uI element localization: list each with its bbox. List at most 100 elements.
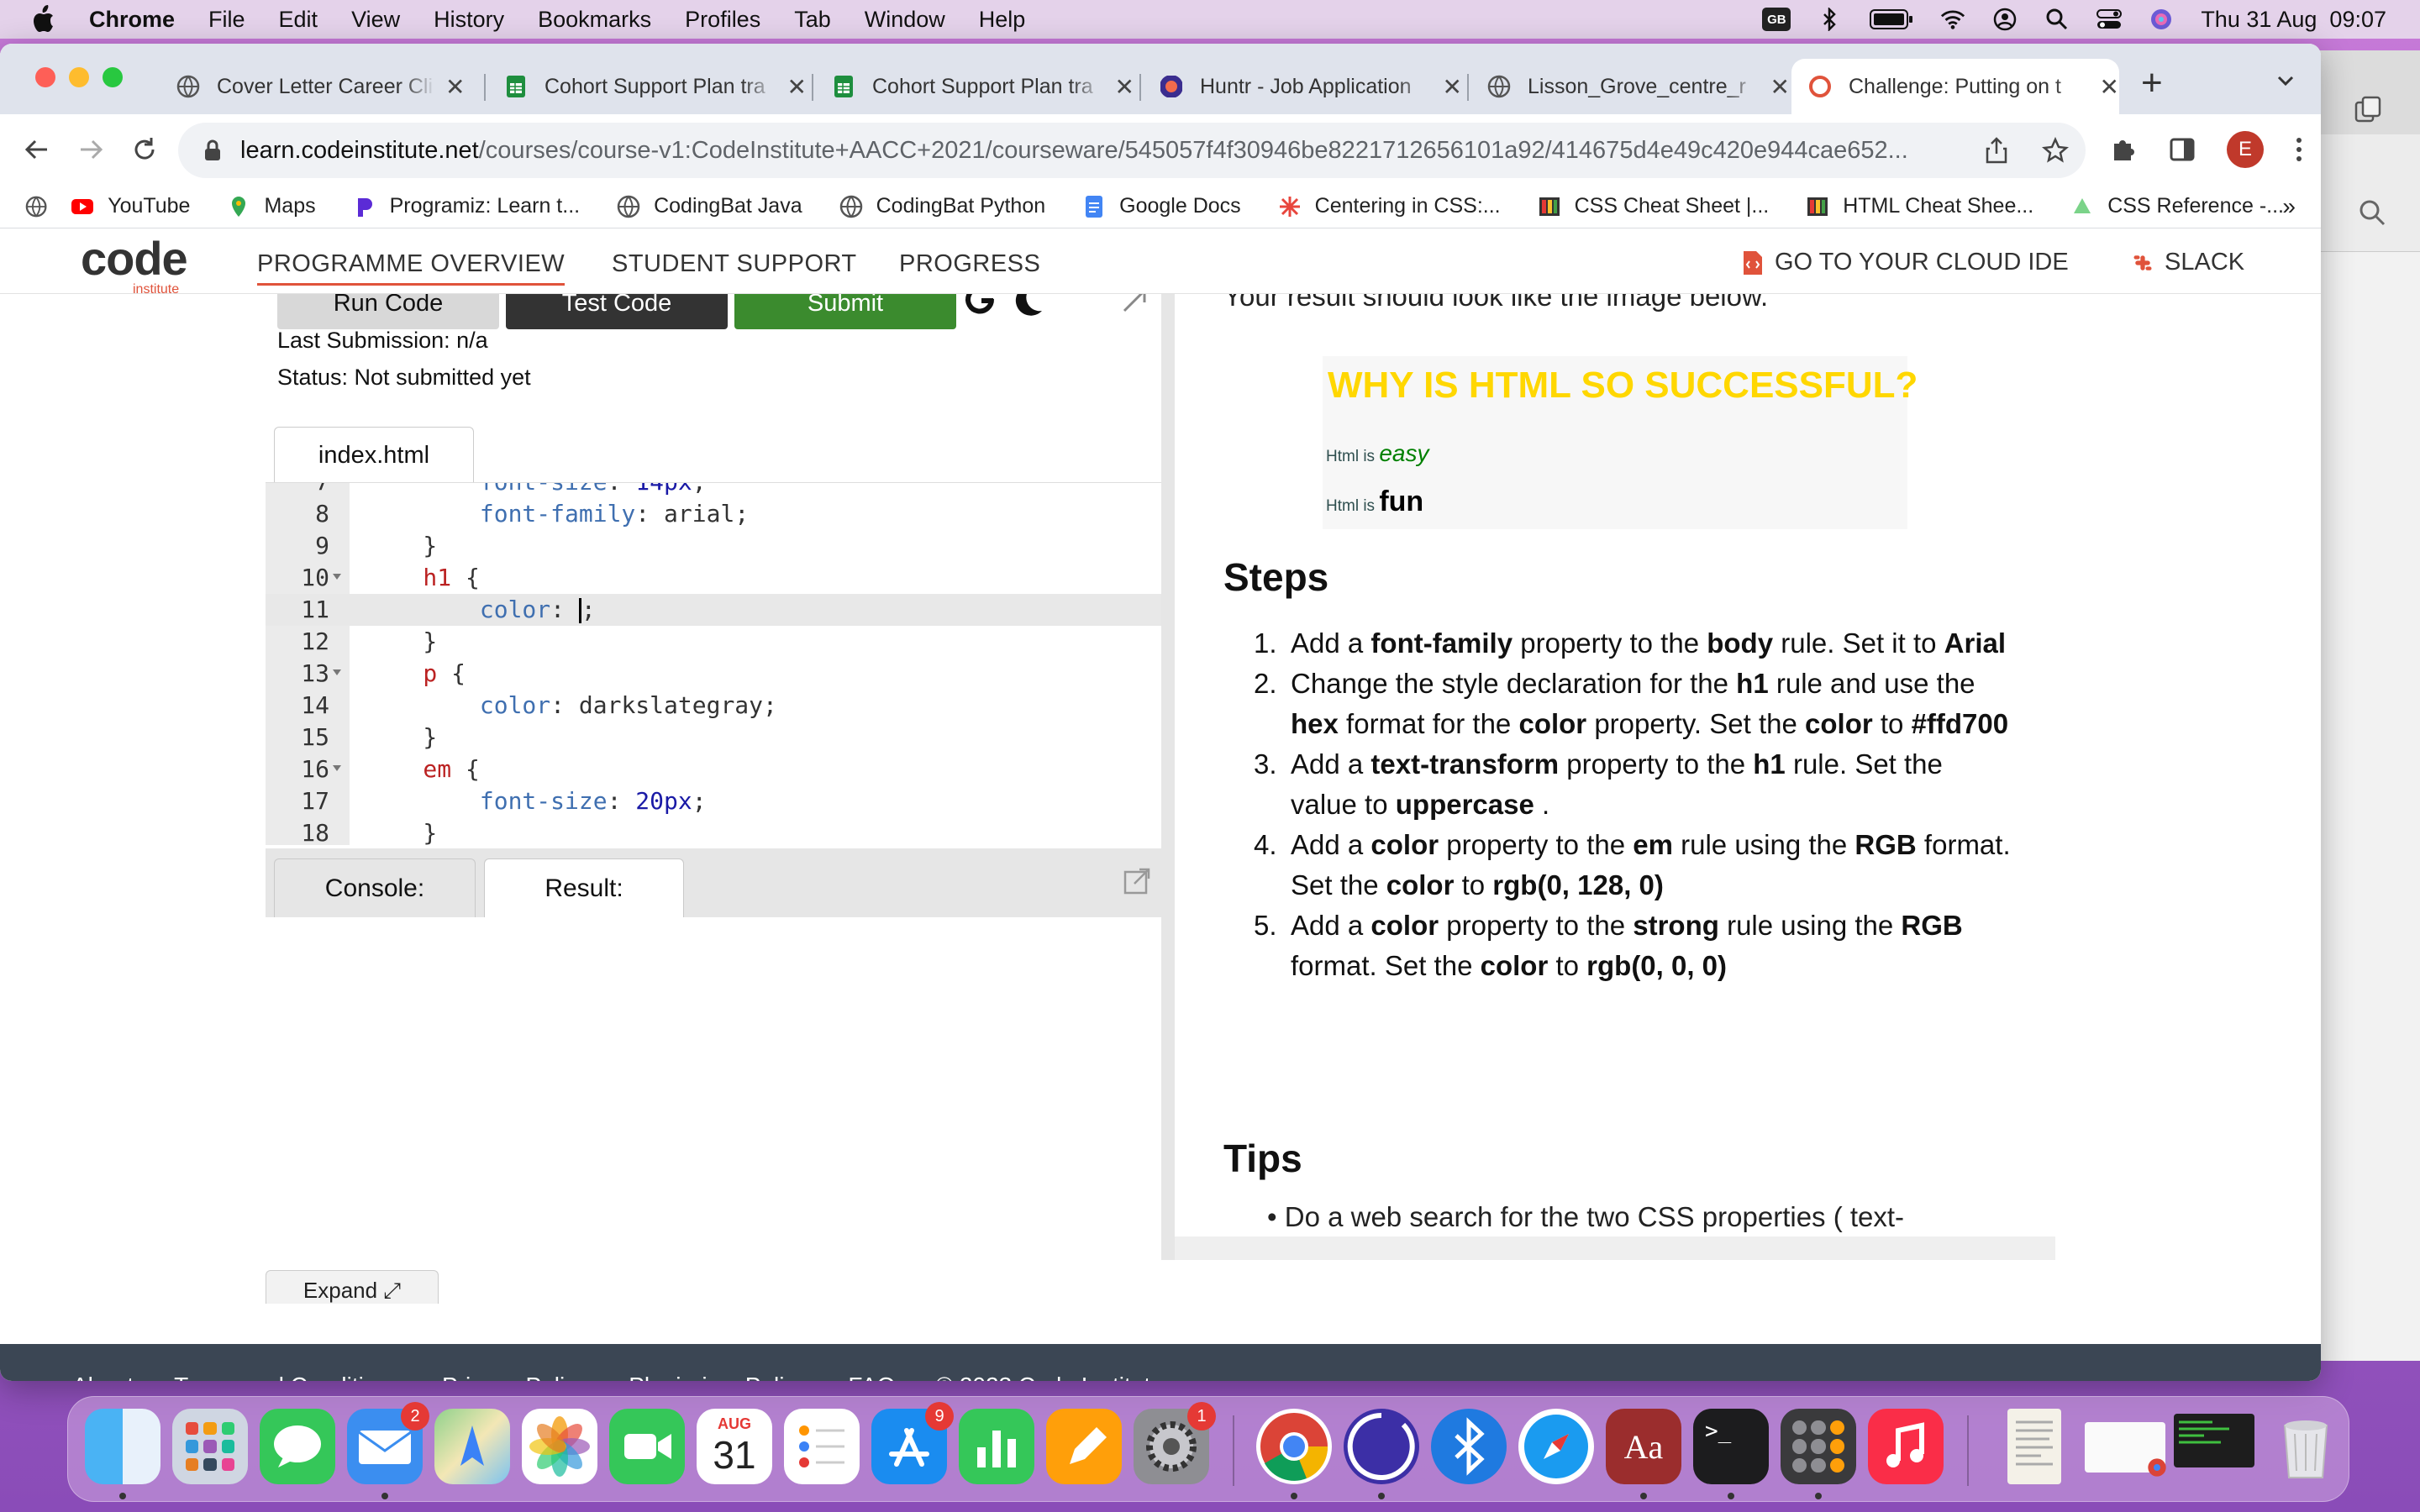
keyboard-layout-badge[interactable]: GB (1762, 8, 1791, 31)
bookmark-codingbat-java[interactable]: CodingBat Java (617, 194, 802, 218)
browser-tab[interactable]: Cohort Support Plan tra ✕ (815, 59, 1134, 114)
code-institute-logo[interactable]: code institute (81, 235, 188, 297)
code-line[interactable]: 16 em { (266, 753, 1161, 785)
bluetooth-app-icon[interactable] (1431, 1409, 1507, 1484)
messages-icon[interactable] (260, 1409, 335, 1484)
new-tab-button[interactable]: + (2141, 62, 2163, 104)
file-tab-index-html[interactable]: index.html (274, 427, 474, 484)
close-tab-icon[interactable]: ✕ (787, 73, 807, 101)
facetime-icon[interactable] (609, 1409, 685, 1484)
menu-history[interactable]: History (434, 7, 504, 33)
apps-globe-icon[interactable] (25, 194, 47, 219)
menu-file[interactable]: File (208, 7, 245, 33)
profile-avatar[interactable]: E (2227, 131, 2264, 168)
maps-icon[interactable] (434, 1409, 510, 1484)
zoom-window-button[interactable] (103, 67, 123, 87)
code-line[interactable]: 13 p { (266, 658, 1161, 690)
code-line[interactable]: 12 } (266, 626, 1161, 658)
forward-arrow-icon[interactable] (74, 133, 108, 166)
copy-icon[interactable] (2353, 94, 2383, 124)
system-settings-icon[interactable]: 1 (1134, 1402, 1216, 1484)
close-tab-icon[interactable]: ✕ (1115, 73, 1134, 101)
apple-icon[interactable] (30, 5, 55, 34)
bookmark-css-cheatsheet[interactable]: CSS Cheat Sheet |... (1538, 194, 1769, 218)
menu-clock[interactable]: Thu 31 Aug 09:07 (2201, 7, 2386, 33)
launchpad-icon[interactable] (172, 1409, 248, 1484)
panel-divider[interactable] (1161, 294, 1175, 1260)
side-panel-icon[interactable] (2168, 135, 2196, 164)
footer-privacy-link[interactable]: Privacy Policy (442, 1373, 588, 1381)
calendar-icon[interactable]: AUG 31 (697, 1409, 772, 1484)
trash-icon[interactable] (2268, 1409, 2344, 1484)
fold-arrow-icon[interactable] (333, 669, 341, 675)
code-line[interactable]: 14 color: darkslategray; (266, 690, 1161, 722)
close-window-button[interactable] (35, 67, 55, 87)
close-tab-icon[interactable]: ✕ (1770, 73, 1790, 101)
nav-progress[interactable]: PROGRESS (899, 250, 1040, 278)
dictionary-icon[interactable]: Aa (1606, 1409, 1681, 1484)
browser-tab[interactable]: Cohort Support Plan tra ✕ (487, 59, 807, 114)
browser-tab[interactable]: Huntr - Job Application ✕ (1143, 59, 1462, 114)
mail-icon[interactable]: 2 (347, 1402, 429, 1484)
cloud-ide-link[interactable]: GO TO YOUR CLOUD IDE (1741, 249, 2069, 276)
back-arrow-icon[interactable] (20, 133, 54, 166)
bookmark-css-reference[interactable]: CSS Reference -... (2070, 194, 2284, 218)
terminal-icon[interactable]: >_ (1693, 1409, 1769, 1484)
address-bar[interactable]: learn.codeinstitute.net/courses/course-v… (178, 123, 2086, 178)
bookmark-google-docs[interactable]: Google Docs (1082, 194, 1241, 218)
menu-view[interactable]: View (351, 7, 400, 33)
nav-student-support[interactable]: STUDENT SUPPORT (612, 250, 857, 278)
console-tab[interactable]: Console: (274, 858, 476, 917)
search-icon[interactable] (2358, 198, 2386, 227)
code-line[interactable]: 10 h1 { (266, 562, 1161, 594)
safari-icon[interactable] (1518, 1409, 1594, 1484)
menu-window[interactable]: Window (865, 7, 945, 33)
footer-terms-link[interactable]: Terms and Conditions (174, 1373, 402, 1381)
terminal-thumbnail-icon[interactable] (2174, 1414, 2254, 1467)
wifi-icon[interactable] (1940, 7, 1965, 32)
code-line[interactable]: 15 } (266, 722, 1161, 753)
fold-arrow-icon[interactable] (333, 574, 341, 580)
pages-icon[interactable] (1046, 1409, 1122, 1484)
code-line-active[interactable]: 11 color: ; (266, 594, 1161, 626)
document-thumbnail-icon[interactable] (2007, 1409, 2061, 1484)
code-line[interactable]: 8 font-family: arial; (266, 498, 1161, 530)
code-line[interactable]: 17 font-size: 20px; (266, 785, 1161, 817)
menu-tab[interactable]: Tab (794, 7, 831, 33)
bookmark-programiz[interactable]: Programiz: Learn t... (353, 194, 580, 218)
chrome-icon[interactable] (1256, 1409, 1332, 1484)
browser-tab[interactable]: Cover Letter Career Cli ✕ (160, 59, 479, 114)
battery-icon[interactable] (1870, 7, 1913, 32)
footer-plagiarism-link[interactable]: Plagiarism Policy (629, 1373, 808, 1381)
expand-button[interactable]: Expand ⤢ (266, 1270, 439, 1304)
close-tab-icon[interactable]: ✕ (1443, 73, 1462, 101)
tab-search-chevron-icon[interactable] (2274, 69, 2297, 92)
app-store-icon[interactable]: 9 (871, 1402, 954, 1484)
calculator-icon[interactable] (1781, 1409, 1856, 1484)
result-tab[interactable]: Result: (484, 858, 684, 917)
browser-tab-active[interactable]: Challenge: Putting on t ✕ (1791, 59, 2119, 114)
music-icon[interactable] (1868, 1409, 1944, 1484)
bookmark-html-cheatsheet[interactable]: HTML Cheat Shee... (1806, 194, 2033, 218)
more-menu-icon[interactable] (2294, 135, 2304, 164)
bookmark-centering-css[interactable]: Centering in CSS:... (1278, 194, 1501, 218)
menu-help[interactable]: Help (979, 7, 1026, 33)
bookmark-star-icon[interactable] (2042, 137, 2069, 164)
minimize-window-button[interactable] (69, 67, 89, 87)
slack-link[interactable]: SLACK (2131, 249, 2244, 276)
screen-time-icon[interactable] (1344, 1409, 1419, 1484)
fold-arrow-icon[interactable] (333, 765, 341, 771)
menu-bookmarks[interactable]: Bookmarks (538, 7, 651, 33)
code-line[interactable]: 9 } (266, 530, 1161, 562)
code-line[interactable]: 18 } (266, 817, 1161, 845)
numbers-icon[interactable] (959, 1409, 1034, 1484)
close-tab-icon[interactable]: ✕ (445, 73, 465, 101)
control-center-icon[interactable] (2096, 7, 2123, 32)
extensions-puzzle-icon[interactable] (2109, 135, 2138, 164)
close-tab-icon[interactable]: ✕ (2100, 73, 2119, 101)
lock-icon[interactable] (203, 139, 222, 162)
menu-edit[interactable]: Edit (279, 7, 318, 33)
photos-icon[interactable] (522, 1409, 597, 1484)
spotlight-search-icon[interactable] (2044, 7, 2070, 32)
bookmarks-overflow-chevron-icon[interactable]: » (2282, 193, 2296, 220)
